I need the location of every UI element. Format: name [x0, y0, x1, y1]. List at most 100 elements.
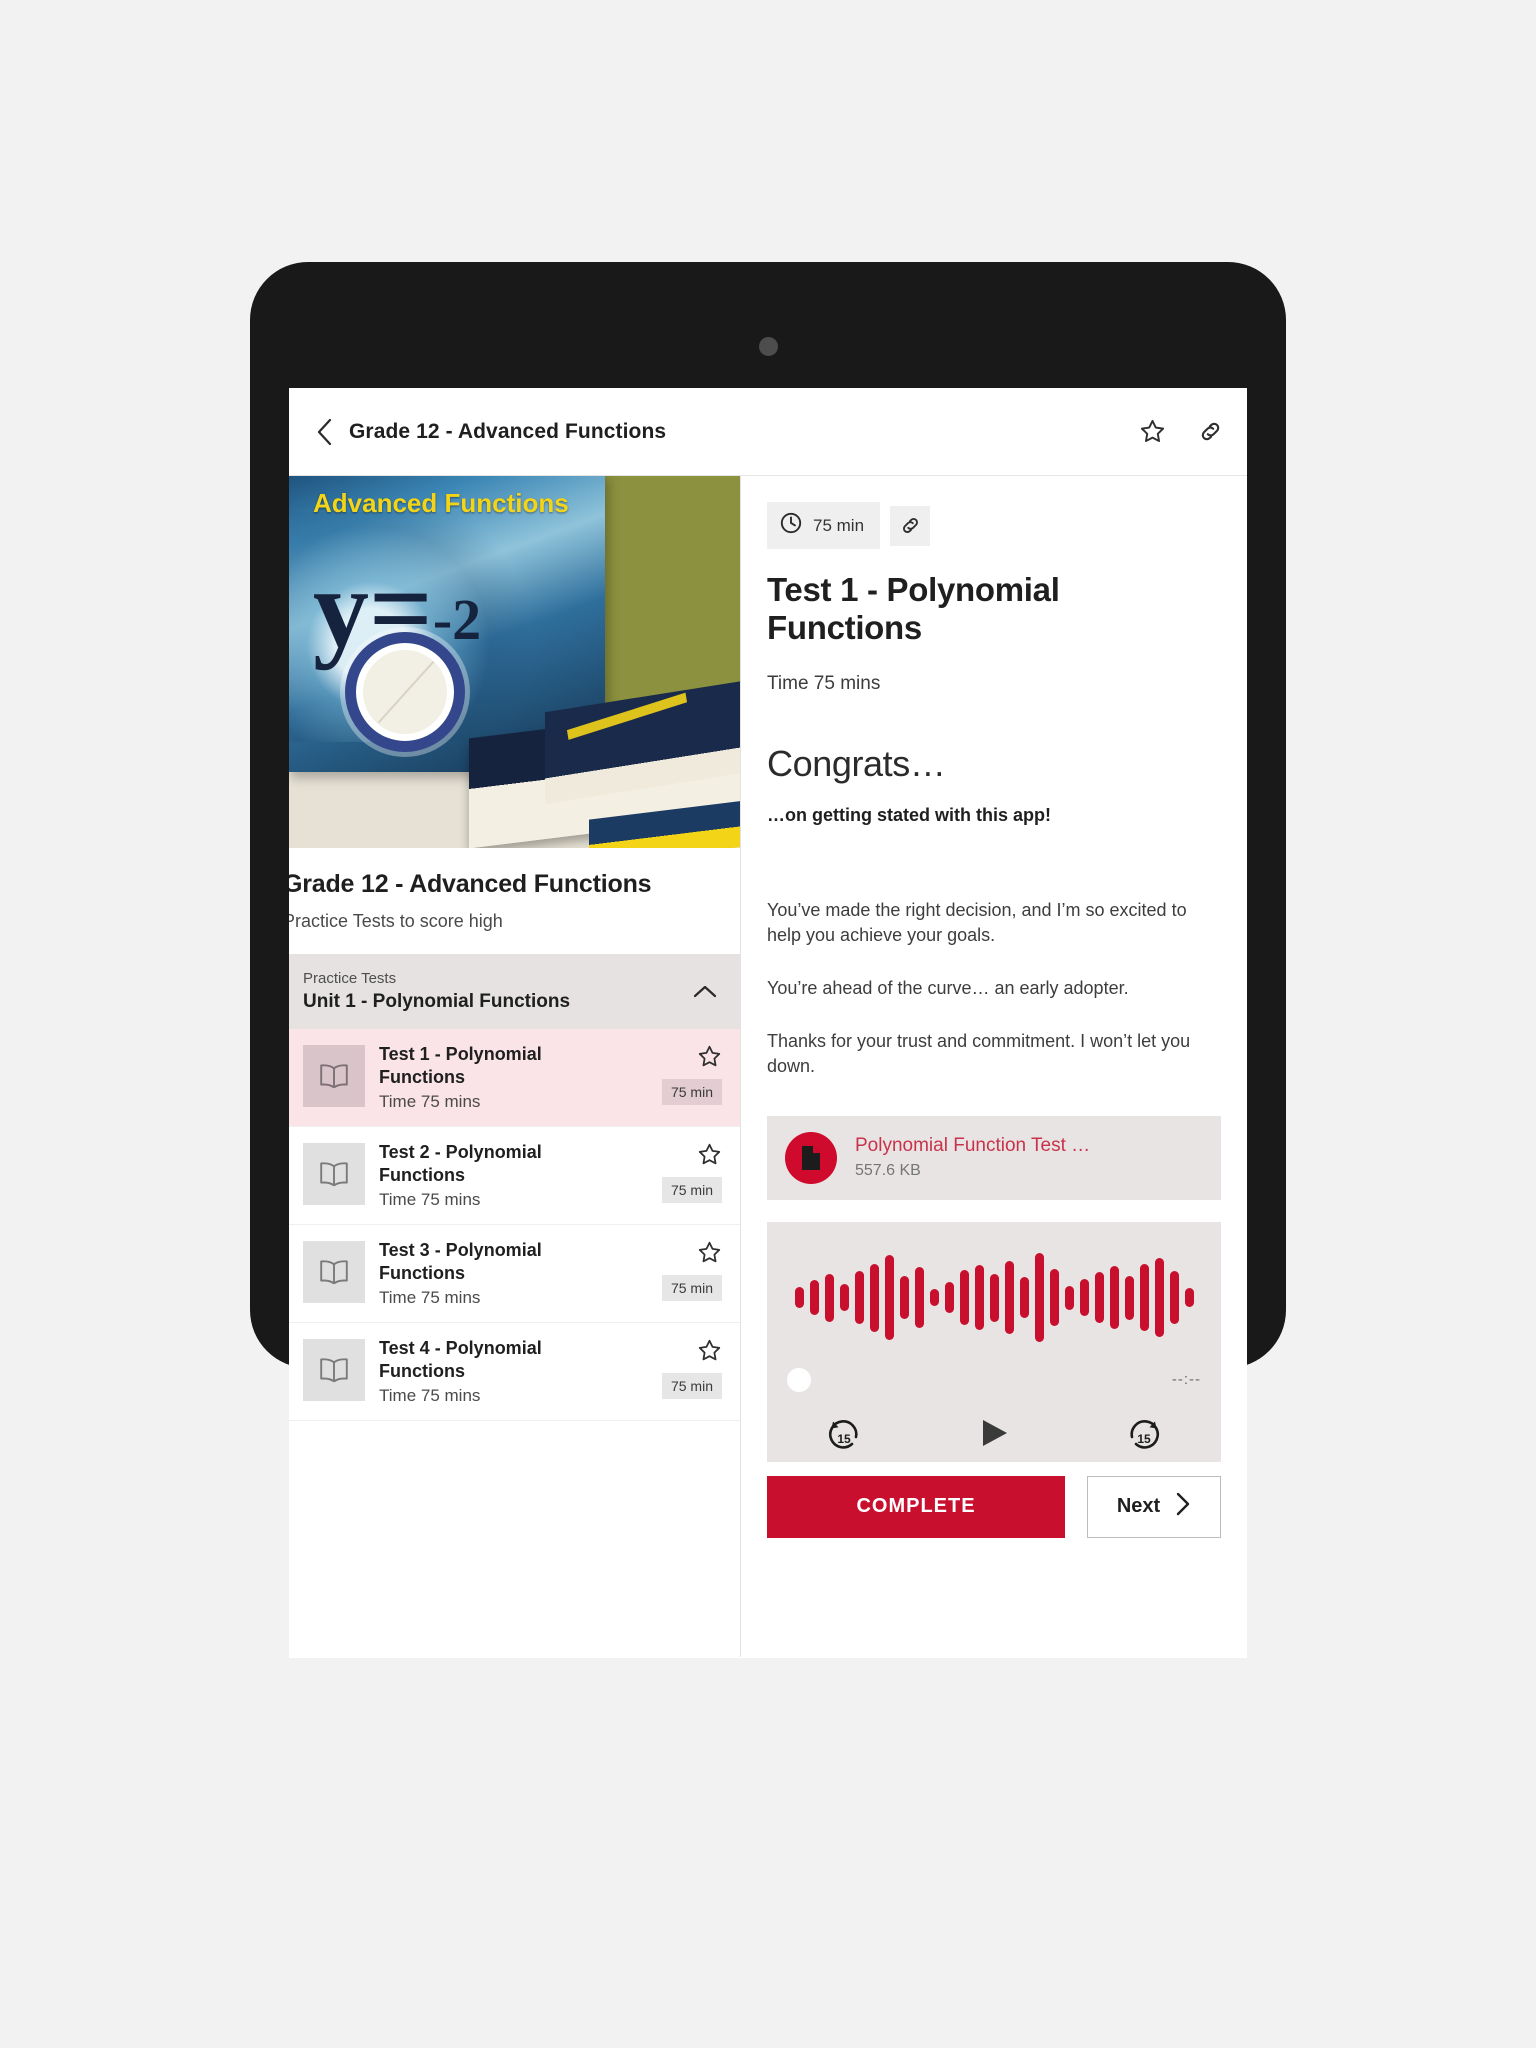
waveform-bar	[839, 1283, 849, 1312]
attachment-info: Polynomial Function Test … 557.6 KB	[855, 1135, 1090, 1180]
svg-text:15: 15	[837, 1432, 851, 1446]
table-row[interactable]: Test 1 - Polynomial Functions Time 75 mi…	[289, 1029, 740, 1127]
unit-accordion-eyebrow: Practice Tests	[303, 970, 397, 987]
waveform-bar	[1019, 1277, 1029, 1318]
table-row[interactable]: Test 3 - Polynomial Functions Time 75 mi…	[289, 1225, 740, 1323]
forward-15-icon[interactable]: 15	[1121, 1410, 1167, 1456]
waveform-bar	[1034, 1253, 1044, 1342]
table-row[interactable]: Test 4 - Polynomial Functions Time 75 mi…	[289, 1323, 740, 1421]
list-item-title: Test 3 - Polynomial Functions	[379, 1240, 542, 1283]
lesson-paragraph-2: You’re ahead of the curve… an early adop…	[767, 977, 1129, 998]
waveform-bar	[944, 1281, 954, 1314]
list-item-time: Time 75 mins	[379, 1092, 481, 1111]
tablet-screen: Grade 12 - Advanced Functions Advanced F…	[289, 388, 1247, 1658]
star-outline-icon[interactable]	[696, 1239, 722, 1265]
test-list: Test 1 - Polynomial Functions Time 75 mi…	[289, 1029, 740, 1421]
waveform-bar	[854, 1270, 864, 1325]
star-outline-icon[interactable]	[696, 1141, 722, 1167]
status-badge: 75 min	[661, 1079, 722, 1105]
attachment-size: 557.6 KB	[855, 1162, 921, 1180]
audio-waveform[interactable]	[787, 1252, 1201, 1344]
waveform-bar	[809, 1280, 819, 1316]
audio-scrubber[interactable]: --:--	[787, 1367, 1201, 1392]
svg-text:15: 15	[1137, 1432, 1151, 1446]
waveform-bar	[824, 1273, 834, 1322]
test-row-meta: 75 min	[638, 1239, 722, 1301]
replay-15-icon[interactable]: 15	[821, 1410, 867, 1456]
table-row[interactable]: Test 2 - Polynomial Functions Time 75 mi…	[289, 1127, 740, 1225]
waveform-bar	[1124, 1275, 1134, 1320]
test-row-text: Test 4 - Polynomial Functions Time 75 mi…	[365, 1337, 638, 1406]
book-icon	[303, 1339, 365, 1401]
chevron-up-icon[interactable]	[692, 979, 718, 1005]
test-row-text: Test 1 - Polynomial Functions Time 75 mi…	[365, 1043, 638, 1112]
document-icon	[785, 1131, 837, 1184]
next-button[interactable]: Next	[1087, 1475, 1221, 1538]
app-header: Grade 12 - Advanced Functions	[289, 388, 1247, 476]
duration-label: 75 min	[813, 515, 865, 535]
test-row-text: Test 3 - Polynomial Functions Time 75 mi…	[365, 1239, 638, 1308]
status-badge: 75 min	[661, 1275, 722, 1301]
waveform-bar	[1154, 1258, 1164, 1338]
chevron-right-icon	[1176, 1492, 1191, 1522]
attachment-name: Polynomial Function Test …	[855, 1135, 1091, 1157]
unit-accordion-text: Practice Tests Unit 1 - Polynomial Funct…	[303, 970, 692, 1013]
waveform-bar	[914, 1267, 924, 1328]
attachment-card[interactable]: Polynomial Function Test … 557.6 KB	[767, 1115, 1221, 1200]
play-icon[interactable]	[971, 1410, 1017, 1456]
waveform-bar	[929, 1289, 939, 1306]
complete-button[interactable]: COMPLETE	[767, 1475, 1065, 1538]
cover-equation-y: y	[313, 547, 369, 671]
unit-accordion-header[interactable]: Practice Tests Unit 1 - Polynomial Funct…	[289, 954, 740, 1029]
action-bar: COMPLETE Next	[767, 1475, 1221, 1538]
scrubber-handle[interactable]	[787, 1367, 811, 1392]
waveform-bar	[1004, 1260, 1014, 1335]
waveform-bar	[794, 1287, 804, 1308]
test-row-meta: 75 min	[638, 1337, 722, 1399]
list-item-title: Test 4 - Polynomial Functions	[379, 1338, 542, 1381]
waveform-bar	[884, 1255, 894, 1340]
app-header-actions	[1137, 417, 1225, 447]
cover-title-text: Advanced Functions	[313, 488, 569, 518]
waveform-bar	[1079, 1279, 1089, 1316]
audio-controls: 15 15	[787, 1410, 1201, 1456]
course-subtitle: Practice Tests to score high	[289, 911, 503, 931]
lesson-paragraph-1: You’ve made the right decision, and I’m …	[767, 899, 1187, 946]
waveform-bar	[1064, 1285, 1074, 1310]
waveform-bar	[1049, 1269, 1059, 1327]
link-icon[interactable]	[890, 505, 931, 546]
course-cover-image: Advanced Functions y=-2	[289, 476, 740, 848]
lesson-meta-row: 75 min	[767, 502, 1221, 549]
waveform-bar	[1109, 1266, 1119, 1329]
star-outline-icon[interactable]	[1137, 417, 1167, 447]
waveform-bar	[899, 1276, 909, 1319]
page-title: Grade 12 - Advanced Functions	[349, 419, 667, 443]
lesson-title: Test 1 - Polynomial Functions	[767, 571, 1060, 646]
waveform-bar	[989, 1273, 999, 1322]
unit-accordion-heading: Unit 1 - Polynomial Functions	[303, 991, 571, 1012]
cover-equation: y=-2	[313, 553, 481, 665]
link-icon[interactable]	[1195, 417, 1225, 447]
course-title: Grade 12 - Advanced Functions	[289, 870, 652, 898]
content-split: Advanced Functions y=-2 Grade 12 - Advan…	[289, 476, 1247, 1657]
test-row-meta: 75 min	[638, 1141, 722, 1203]
star-outline-icon[interactable]	[696, 1337, 722, 1363]
lesson-time: Time 75 mins	[767, 672, 881, 694]
star-outline-icon[interactable]	[696, 1043, 722, 1069]
list-item-title: Test 1 - Polynomial Functions	[379, 1044, 542, 1087]
list-item-time: Time 75 mins	[379, 1190, 481, 1209]
duration-pill: 75 min	[767, 502, 881, 549]
status-badge: 75 min	[661, 1373, 722, 1399]
congrats-heading: Congrats…	[767, 742, 946, 784]
congrats-subheading: …on getting stated with this app!	[767, 804, 1051, 825]
chevron-left-icon[interactable]	[311, 417, 337, 447]
waveform-bar	[1184, 1288, 1194, 1307]
lesson-detail-panel: 75 min Test 1 - Polynomial Functions Tim…	[741, 476, 1247, 1657]
test-row-text: Test 2 - Polynomial Functions Time 75 mi…	[365, 1141, 638, 1210]
course-sidebar: Advanced Functions y=-2 Grade 12 - Advan…	[289, 476, 741, 1657]
screenshot-stage: Grade 12 - Advanced Functions Advanced F…	[0, 0, 1536, 2048]
book-icon	[303, 1045, 365, 1107]
list-item-title: Test 2 - Polynomial Functions	[379, 1142, 542, 1185]
status-badge: 75 min	[661, 1177, 722, 1203]
waveform-bar	[1094, 1271, 1104, 1324]
